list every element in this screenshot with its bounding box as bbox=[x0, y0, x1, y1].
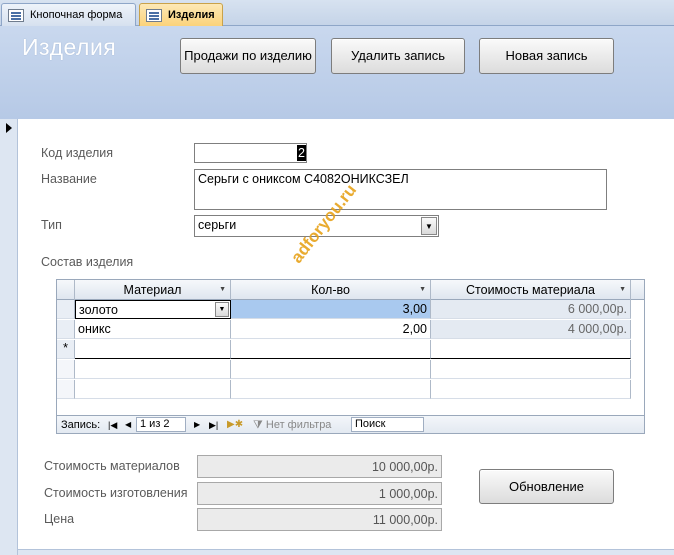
select-all-corner[interactable] bbox=[57, 280, 75, 300]
code-label: Код изделия bbox=[41, 146, 114, 160]
sales-by-product-button[interactable]: Продажи по изделию bbox=[180, 38, 316, 74]
tab-switchboard-label: Кнопочная форма bbox=[30, 9, 123, 21]
new-record-nav-icon[interactable]: ▶✱ bbox=[227, 418, 243, 432]
chevron-down-icon[interactable]: ▼ bbox=[219, 280, 226, 300]
empty-cell bbox=[231, 380, 431, 399]
name-label: Название bbox=[41, 172, 97, 186]
refresh-button[interactable]: Обновление bbox=[479, 469, 614, 504]
last-record-icon[interactable]: ▶| bbox=[209, 418, 218, 432]
name-field[interactable]: Серьги с ониксом С4082ОНИКСЗЕЛ bbox=[194, 169, 607, 210]
grid-header: Материал ▼ Кол-во ▼ Стоимость материала … bbox=[57, 280, 644, 300]
material-value: золото bbox=[79, 303, 118, 317]
prev-record-icon[interactable]: ◀ bbox=[125, 418, 131, 432]
form-bottom-edge bbox=[18, 549, 674, 555]
production-cost-field: 1 000,00р. bbox=[197, 482, 442, 505]
row-selector[interactable] bbox=[57, 320, 75, 339]
column-header-qty[interactable]: Кол-во ▼ bbox=[231, 280, 431, 300]
empty-row-selector bbox=[57, 360, 75, 379]
delete-record-button[interactable]: Удалить запись bbox=[331, 38, 465, 74]
new-row-marker[interactable]: * bbox=[57, 340, 75, 359]
empty-cell bbox=[431, 360, 631, 379]
material-cell[interactable]: оникс bbox=[75, 320, 231, 339]
new-record-button[interactable]: Новая запись bbox=[479, 38, 614, 74]
column-header-material[interactable]: Материал ▼ bbox=[75, 280, 231, 300]
tab-switchboard[interactable]: Кнопочная форма bbox=[1, 3, 136, 26]
price-field: 11 000,00р. bbox=[197, 508, 442, 531]
chevron-down-icon[interactable]: ▼ bbox=[619, 280, 626, 300]
empty-cell bbox=[75, 360, 231, 379]
code-field[interactable]: 2 bbox=[194, 143, 307, 163]
empty-cell bbox=[231, 360, 431, 379]
row-selector[interactable] bbox=[57, 300, 75, 319]
materials-cost-label: Стоимость материалов bbox=[44, 459, 180, 473]
chevron-down-icon[interactable]: ▼ bbox=[421, 217, 437, 235]
first-record-icon[interactable]: |◀ bbox=[108, 418, 117, 432]
qty-cell[interactable]: 2,00 bbox=[231, 320, 431, 339]
current-record-arrow-icon bbox=[6, 123, 12, 133]
column-header-material-label: Материал bbox=[123, 283, 182, 297]
search-input[interactable]: Поиск bbox=[351, 417, 424, 432]
composition-subform: Материал ▼ Кол-во ▼ Стоимость материала … bbox=[56, 279, 645, 434]
document-tab-strip: Кнопочная форма Изделия bbox=[0, 0, 674, 26]
form-icon bbox=[146, 8, 162, 22]
record-position-input[interactable]: 1 из 2 bbox=[136, 417, 186, 432]
form-icon bbox=[8, 8, 24, 22]
filter-icon: ⧩ bbox=[253, 419, 266, 431]
material-cell[interactable] bbox=[75, 340, 231, 359]
material-cell[interactable]: золото ▼ bbox=[75, 300, 231, 319]
cost-cell[interactable]: 6 000,00р. bbox=[431, 300, 631, 319]
type-value: серьги bbox=[198, 218, 237, 232]
chevron-down-icon[interactable]: ▼ bbox=[215, 302, 229, 317]
tab-products[interactable]: Изделия bbox=[139, 3, 223, 26]
production-cost-label: Стоимость изготовления bbox=[44, 486, 188, 500]
chevron-down-icon[interactable]: ▼ bbox=[419, 280, 426, 300]
no-filter-indicator[interactable]: ⧩ Нет фильтра bbox=[253, 418, 331, 432]
form-header: Изделия Продажи по изделию Удалить запис… bbox=[0, 26, 674, 119]
type-label: Тип bbox=[41, 218, 62, 232]
form-title: Изделия bbox=[22, 34, 117, 60]
cost-cell[interactable] bbox=[431, 340, 631, 359]
tab-products-label: Изделия bbox=[168, 9, 215, 21]
qty-cell[interactable] bbox=[231, 340, 431, 359]
next-record-icon[interactable]: ▶ bbox=[194, 418, 200, 432]
materials-cost-field: 10 000,00р. bbox=[197, 455, 442, 478]
column-header-qty-label: Кол-во bbox=[311, 283, 350, 297]
price-label: Цена bbox=[44, 512, 75, 526]
qty-cell[interactable]: 3,00 bbox=[231, 300, 431, 319]
code-value: 2 bbox=[297, 145, 306, 161]
empty-cell bbox=[75, 380, 231, 399]
column-header-cost[interactable]: Стоимость материала ▼ bbox=[431, 280, 631, 300]
record-navigator: Запись: |◀ ◀ 1 из 2 ▶ ▶| ▶✱ ⧩ Нет фильтр… bbox=[57, 415, 644, 433]
cost-cell[interactable]: 4 000,00р. bbox=[431, 320, 631, 339]
column-header-cost-label: Стоимость материала bbox=[466, 283, 595, 297]
record-label: Запись: bbox=[61, 419, 101, 431]
no-filter-label: Нет фильтра bbox=[265, 419, 332, 431]
composition-label: Состав изделия bbox=[41, 255, 134, 269]
record-selector[interactable] bbox=[0, 119, 18, 555]
empty-cell bbox=[431, 380, 631, 399]
empty-row-selector bbox=[57, 380, 75, 399]
